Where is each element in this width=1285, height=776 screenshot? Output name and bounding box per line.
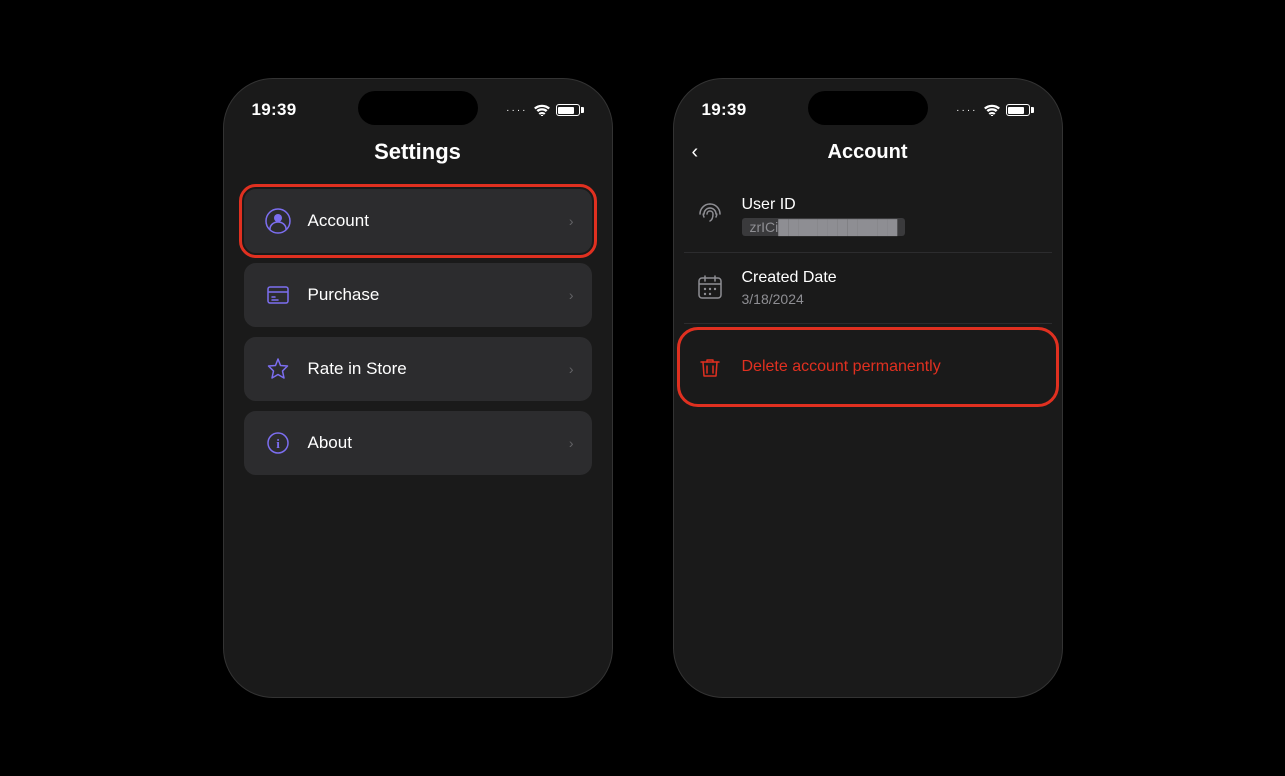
- menu-item-account[interactable]: Account ›: [244, 189, 592, 253]
- menu-item-rate[interactable]: Rate in Store ›: [244, 337, 592, 401]
- delete-account-row[interactable]: Delete account permanently: [684, 334, 1052, 400]
- about-icon: i: [262, 427, 294, 459]
- user-id-row: User ID zrICi████████████: [684, 180, 1052, 253]
- account-icon: [262, 205, 294, 237]
- battery-icon-1: [556, 104, 584, 116]
- phone-settings: 19:39 ···· Settings: [223, 78, 613, 698]
- about-chevron: ›: [569, 435, 574, 451]
- account-chevron: ›: [569, 213, 574, 229]
- user-id-label: User ID: [742, 196, 906, 214]
- account-page-title: Account: [828, 141, 908, 164]
- menu-list: Account › Purchase ›: [244, 189, 592, 475]
- dynamic-island-2: [808, 91, 928, 125]
- menu-item-purchase[interactable]: Purchase ›: [244, 263, 592, 327]
- trash-icon: [694, 352, 726, 384]
- wifi-icon-1: [534, 104, 550, 116]
- settings-title: Settings: [244, 139, 592, 165]
- about-label: About: [308, 433, 569, 453]
- rate-label: Rate in Store: [308, 359, 569, 379]
- purchase-label: Purchase: [308, 285, 569, 305]
- status-icons-1: ····: [506, 104, 583, 116]
- created-date-label: Created Date: [742, 269, 837, 287]
- dots-icon-2: ····: [956, 105, 977, 116]
- wifi-icon-2: [984, 104, 1000, 116]
- created-date-value: 3/18/2024: [742, 291, 837, 307]
- status-icons-2: ····: [956, 104, 1033, 116]
- dynamic-island-1: [358, 91, 478, 125]
- rate-icon: [262, 353, 294, 385]
- account-info-section: User ID zrICi████████████: [674, 180, 1062, 400]
- delete-account-label[interactable]: Delete account permanently: [742, 358, 941, 376]
- settings-content: Settings Account ›: [224, 139, 612, 475]
- svg-text:i: i: [276, 436, 280, 451]
- user-id-value: zrICi████████████: [742, 218, 906, 236]
- created-date-content: Created Date 3/18/2024: [742, 269, 837, 307]
- phone-account: 19:39 ···· ‹ Account: [673, 78, 1063, 698]
- created-date-row: Created Date 3/18/2024: [684, 253, 1052, 324]
- time-1: 19:39: [252, 100, 297, 120]
- calendar-icon: [694, 271, 726, 303]
- battery-icon-2: [1006, 104, 1034, 116]
- account-label: Account: [308, 211, 569, 231]
- rate-chevron: ›: [569, 361, 574, 377]
- nav-bar: ‹ Account: [674, 129, 1062, 180]
- fingerprint-icon: [694, 198, 726, 230]
- back-button[interactable]: ‹: [684, 137, 707, 168]
- purchase-chevron: ›: [569, 287, 574, 303]
- user-id-content: User ID zrICi████████████: [742, 196, 906, 236]
- time-2: 19:39: [702, 100, 747, 120]
- menu-item-about[interactable]: i About ›: [244, 411, 592, 475]
- dots-icon-1: ····: [506, 105, 527, 116]
- purchase-icon: [262, 279, 294, 311]
